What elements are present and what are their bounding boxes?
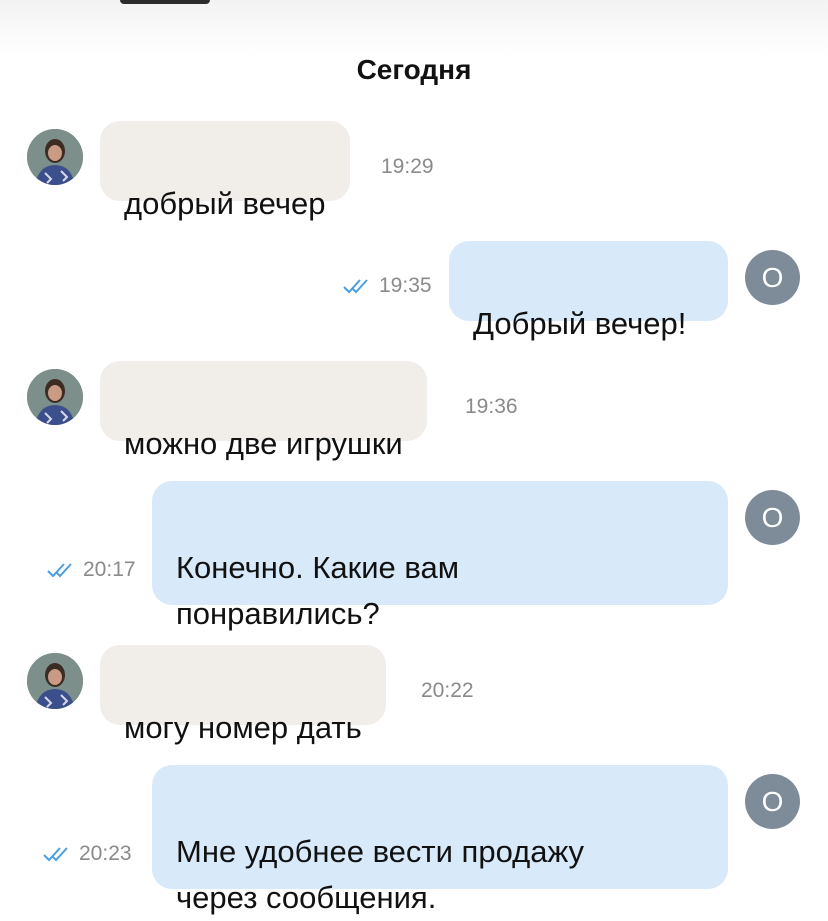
message-bubble-outgoing[interactable]: Мне удобнее вести продажу через сообщени… <box>152 765 728 915</box>
message-bubble-incoming[interactable]: могу номер дать <box>100 645 386 745</box>
message-time: 20:22 <box>421 679 474 702</box>
avatar-photo-icon <box>27 369 83 425</box>
avatar-photo-icon <box>27 129 83 185</box>
message-text: можно две игрушки <box>124 426 403 461</box>
message-time: 20:17 <box>83 558 136 581</box>
avatar-photo-icon <box>27 653 83 709</box>
my-avatar[interactable]: О <box>745 490 800 545</box>
message-meta: 19:35 <box>343 274 432 298</box>
message-meta: 20:23 <box>43 842 132 866</box>
message-bubble-incoming[interactable]: можно две игрушки <box>100 361 427 461</box>
message-text: Мне удобнее вести продажу через сообщени… <box>176 834 585 915</box>
message-text: добрый вечер <box>124 186 326 221</box>
my-avatar[interactable]: О <box>745 250 800 305</box>
message-time: 19:36 <box>465 395 518 418</box>
sender-avatar[interactable] <box>27 129 83 185</box>
message-bubble-incoming[interactable]: добрый вечер <box>100 121 350 221</box>
top-bar-cut-element <box>120 0 210 4</box>
message-text: Добрый вечер! <box>473 306 687 341</box>
message-bubble-outgoing[interactable]: Конечно. Какие вам понравились? <box>152 481 728 631</box>
message-time: 19:29 <box>381 155 434 178</box>
top-bar-shadow <box>0 0 828 60</box>
message-time: 20:23 <box>79 842 132 865</box>
date-separator: Сегодня <box>356 54 472 85</box>
my-avatar[interactable]: О <box>745 774 800 829</box>
message-text: Конечно. Какие вам понравились? <box>176 550 460 631</box>
message-meta: 20:17 <box>47 558 136 582</box>
message-text: могу номер дать <box>124 710 362 745</box>
double-check-icon <box>343 277 373 295</box>
double-check-icon <box>43 845 73 863</box>
message-time: 19:35 <box>379 274 432 297</box>
double-check-icon <box>47 561 77 579</box>
message-bubble-outgoing[interactable]: Добрый вечер! <box>449 241 728 341</box>
sender-avatar[interactable] <box>27 653 83 709</box>
sender-avatar[interactable] <box>27 369 83 425</box>
